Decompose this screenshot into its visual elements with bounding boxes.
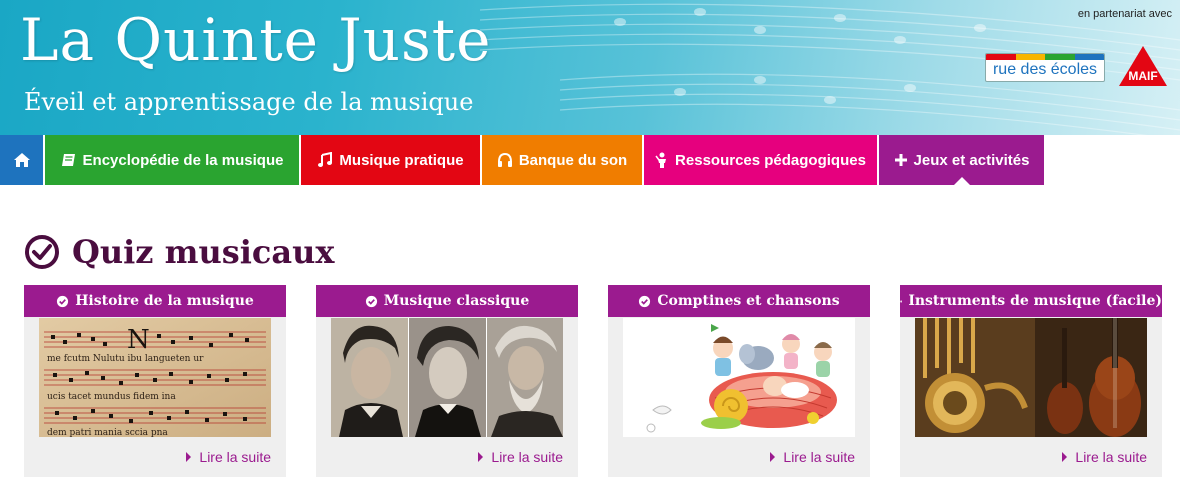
partner-text: en partenariat avec (1077, 8, 1172, 20)
card-title: Comptines et chansons (657, 293, 840, 309)
svg-text:dem patri mania sccia pna: dem patri mania sccia pna (47, 428, 168, 437)
composer-portraits-image[interactable] (331, 318, 563, 437)
nav-jeux-et-activites[interactable]: Jeux et activités (879, 135, 1044, 185)
page-heading: Quiz musicaux (24, 233, 334, 271)
check-circle-icon (365, 295, 377, 307)
check-circle-icon (900, 300, 903, 302)
check-circle-icon (57, 295, 69, 307)
site-title[interactable]: La Quinte Juste (20, 6, 491, 74)
teacher-icon (655, 152, 669, 168)
nav-banque-du-son-label: Banque du son (518, 151, 628, 169)
quiz-card[interactable]: Instruments de musique (facile) Lire la … (900, 285, 1162, 477)
card-title: Histoire de la musique (75, 293, 254, 309)
card-header[interactable]: Histoire de la musique (24, 285, 286, 317)
read-more-label: Lire la suite (199, 449, 271, 465)
caret-right-icon (478, 452, 484, 462)
read-more-link[interactable]: Lire la suite (1062, 449, 1147, 465)
book-icon (61, 152, 77, 168)
read-more-link[interactable]: Lire la suite (478, 449, 563, 465)
svg-text:N: N (127, 325, 150, 355)
medieval-manuscript-image[interactable]: N me fcutm Nulutu ibu langueten ur ucis … (39, 318, 271, 437)
site-header: La Quinte Juste Éveil et apprentissage d… (0, 0, 1180, 135)
maif-logo-text: MAIF (1128, 69, 1157, 83)
quiz-cards: Histoire de la musique N me fcutm Nulutu… (24, 285, 1162, 477)
nav-ressources-pedagogiques-label: Ressources pédagogiques (675, 151, 866, 169)
quiz-card[interactable]: Comptines et chansons Lire la suite (608, 285, 870, 477)
check-circle-icon (639, 295, 651, 307)
nav-musique-pratique-label: Musique pratique (339, 151, 464, 169)
read-more-label: Lire la suite (491, 449, 563, 465)
headphones-icon (497, 152, 513, 168)
card-header[interactable]: Instruments de musique (facile) (900, 285, 1162, 317)
read-more-link[interactable]: Lire la suite (186, 449, 271, 465)
caret-right-icon (186, 452, 192, 462)
nav-encyclopedie[interactable]: Encyclopédie de la musique (45, 135, 301, 185)
plus-icon (894, 153, 908, 167)
instruments-image[interactable] (915, 318, 1147, 437)
rue-des-ecoles-logo-text: rue des écoles (992, 61, 1098, 78)
caret-right-icon (770, 452, 776, 462)
children-illustration-image[interactable] (623, 318, 855, 437)
main-nav: Encyclopédie de la musique Musique prati… (0, 135, 1044, 185)
quiz-card[interactable]: Histoire de la musique N me fcutm Nulutu… (24, 285, 286, 477)
music-note-icon (317, 152, 333, 168)
site-subtitle: Éveil et apprentissage de la musique (24, 88, 474, 116)
nav-jeux-et-activites-label: Jeux et activités (913, 151, 1030, 169)
check-circle-icon (25, 235, 59, 269)
card-title: Instruments de musique (facile) (908, 293, 1162, 309)
read-more-label: Lire la suite (1075, 449, 1147, 465)
card-header[interactable]: Comptines et chansons (608, 285, 870, 317)
quiz-card[interactable]: Musique classique Lire la suite (316, 285, 578, 477)
read-more-label: Lire la suite (783, 449, 855, 465)
svg-text:ucis tacet mundus fidem in: ucis tacet mundus fidem ina (47, 392, 176, 402)
maif-logo[interactable]: MAIF (1117, 44, 1169, 88)
caret-right-icon (1062, 452, 1068, 462)
svg-text:me fcutm Nulutu ibu languete: me fcutm Nulutu ibu langueten ur (47, 354, 204, 364)
card-title: Musique classique (383, 293, 530, 309)
nav-home[interactable] (0, 135, 45, 185)
active-caret (953, 177, 970, 185)
page-title: Quiz musicaux (72, 233, 335, 271)
nav-musique-pratique[interactable]: Musique pratique (301, 135, 482, 185)
home-icon (13, 153, 30, 167)
read-more-link[interactable]: Lire la suite (770, 449, 855, 465)
nav-banque-du-son[interactable]: Banque du son (482, 135, 644, 185)
rue-des-ecoles-logo[interactable]: rue des écoles (985, 53, 1105, 82)
nav-encyclopedie-label: Encyclopédie de la musique (82, 151, 284, 169)
nav-ressources-pedagogiques[interactable]: Ressources pédagogiques (644, 135, 879, 185)
card-header[interactable]: Musique classique (316, 285, 578, 317)
